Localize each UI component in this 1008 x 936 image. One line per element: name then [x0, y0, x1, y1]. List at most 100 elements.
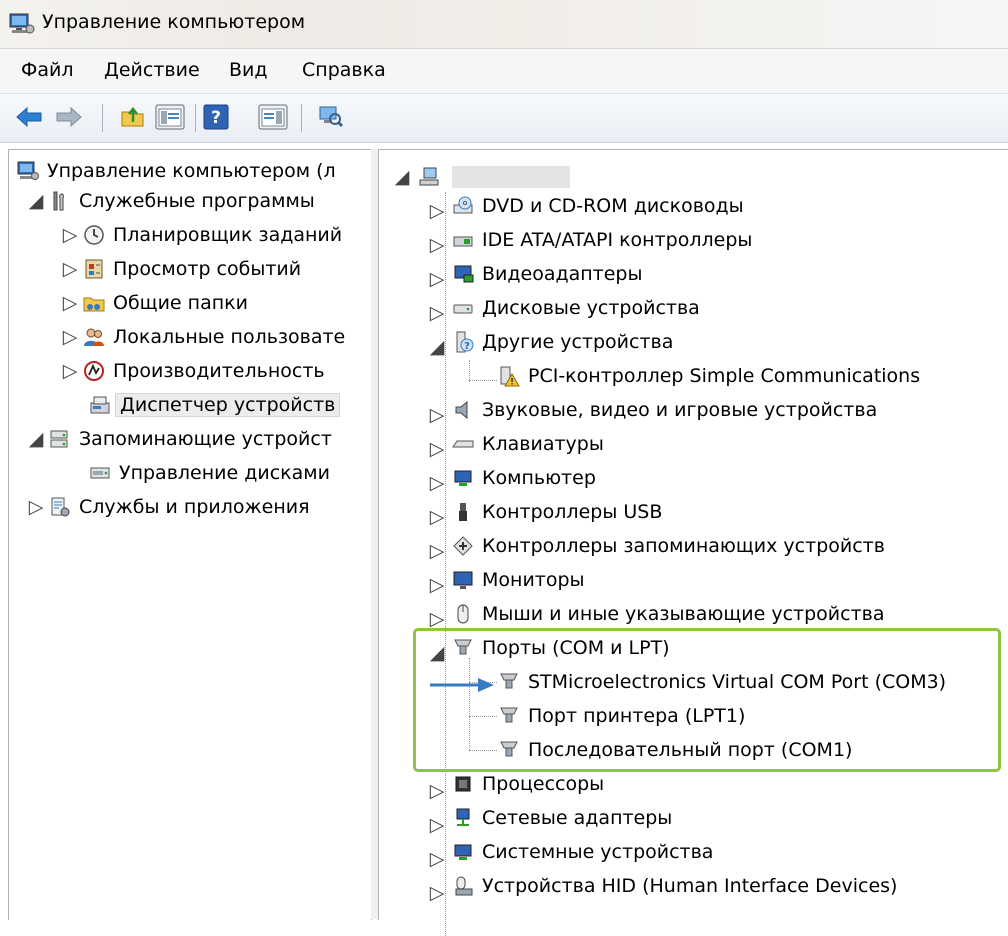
- device-category-label: Дисковые устройства: [482, 297, 700, 319]
- disk-management-icon: [90, 467, 110, 479]
- window-title: Управление компьютером: [42, 11, 306, 33]
- expand-icon[interactable]: ▷: [430, 438, 445, 460]
- device-category-label: Контроллеры USB: [482, 501, 663, 523]
- device-category-mice[interactable]: Мыши и иные указывающие устройства: [452, 599, 884, 629]
- tree-label: Запоминающие устройст: [79, 428, 332, 450]
- menu-bar: Файл Действие Вид Справка: [0, 49, 1008, 94]
- expand-icon[interactable]: ▷: [430, 574, 445, 596]
- expand-icon[interactable]: ▷: [430, 540, 445, 562]
- device-category-usb[interactable]: Контроллеры USB: [452, 497, 662, 527]
- computer-management-icon: [17, 161, 39, 180]
- expand-icon[interactable]: ▷: [430, 302, 445, 324]
- expand-icon[interactable]: ▷: [430, 882, 445, 904]
- menu-view[interactable]: Вид: [229, 59, 268, 81]
- tree-node-disk-management[interactable]: Управление дисками: [89, 458, 330, 488]
- device-item-pci-controller[interactable]: PCI-контроллер Simple Communications: [498, 361, 920, 391]
- tree-node-performance[interactable]: Производительность: [83, 356, 325, 386]
- device-category-label: Системные устройства: [482, 841, 714, 863]
- action-pane-icon: [258, 104, 288, 130]
- warning-device-icon: [500, 366, 520, 387]
- tree-node-storage[interactable]: Запоминающие устройст: [49, 424, 332, 454]
- menu-action[interactable]: Действие: [104, 59, 200, 81]
- device-category-sound[interactable]: Звуковые, видео и игровые устройства: [452, 395, 877, 425]
- expand-icon[interactable]: ▷: [63, 258, 78, 280]
- expand-icon[interactable]: ▷: [430, 608, 445, 630]
- expand-icon[interactable]: ▷: [63, 292, 78, 314]
- device-category-label: Устройства HID (Human Interface Devices): [482, 875, 898, 897]
- device-tree-computer-node[interactable]: [418, 162, 570, 192]
- collapse-icon[interactable]: ◢: [430, 336, 445, 358]
- device-category-disks[interactable]: Дисковые устройства: [452, 293, 700, 323]
- expand-icon[interactable]: ▷: [63, 360, 78, 382]
- device-category-other[interactable]: ? Другие устройства: [452, 327, 673, 357]
- device-category-keyboards[interactable]: Клавиатуры: [452, 429, 604, 459]
- device-category-label: DVD и CD-ROM дисководы: [482, 195, 744, 217]
- scan-hardware-button[interactable]: [316, 102, 346, 132]
- show-hide-action-pane-button[interactable]: [256, 102, 290, 132]
- expand-icon[interactable]: ▷: [430, 268, 445, 290]
- tree-connector-line: [469, 380, 497, 381]
- back-button[interactable]: [14, 102, 44, 132]
- show-hide-tree-button[interactable]: [153, 102, 187, 132]
- forward-arrow-icon: [56, 106, 82, 128]
- expand-icon[interactable]: ▷: [430, 814, 445, 836]
- tree-node-device-manager[interactable]: Диспетчер устройств: [89, 390, 341, 420]
- toolbar-separator: [102, 104, 103, 132]
- expand-icon[interactable]: ▷: [430, 506, 445, 528]
- expand-icon[interactable]: ▷: [430, 200, 445, 222]
- expand-icon[interactable]: ▷: [29, 496, 44, 518]
- device-category-storage-controllers[interactable]: Контроллеры запоминающих устройств: [452, 531, 885, 561]
- device-category-computer[interactable]: Компьютер: [452, 463, 596, 493]
- device-category-label: Контроллеры запоминающих устройств: [482, 535, 885, 557]
- tree-node-event-viewer[interactable]: Просмотр событий: [83, 254, 301, 284]
- pane-splitter[interactable]: [371, 149, 378, 919]
- device-category-dvd[interactable]: DVD и CD-ROM дисководы: [452, 191, 744, 221]
- hid-icon: [455, 876, 473, 896]
- computer-name-redacted: [452, 166, 570, 188]
- collapse-icon[interactable]: ◢: [29, 190, 44, 212]
- device-manager-icon: [90, 396, 110, 414]
- console-tree-icon: [155, 104, 185, 130]
- tree-root-node[interactable]: Управление компьютером (л: [17, 156, 336, 186]
- performance-icon: [84, 361, 104, 381]
- tree-label: Просмотр событий: [113, 258, 302, 280]
- help-icon: ?: [203, 104, 229, 130]
- tree-node-task-scheduler[interactable]: Планировщик заданий: [83, 220, 342, 250]
- expand-icon[interactable]: ▷: [63, 224, 78, 246]
- tree-label: Служебные программы: [79, 190, 315, 212]
- menu-help[interactable]: Справка: [302, 59, 386, 81]
- forward-button[interactable]: [54, 102, 84, 132]
- console-tree-pane: Управление компьютером (л ◢ Служебные пр…: [8, 149, 372, 920]
- device-category-hid[interactable]: Устройства HID (Human Interface Devices): [452, 871, 897, 901]
- expand-icon[interactable]: ▷: [430, 234, 445, 256]
- expand-icon[interactable]: ▷: [430, 404, 445, 426]
- device-category-processors[interactable]: Процессоры: [452, 769, 604, 799]
- collapse-icon[interactable]: ◢: [29, 428, 44, 450]
- help-button[interactable]: ?: [201, 102, 231, 132]
- computer-icon: [419, 167, 439, 186]
- menu-file[interactable]: Файл: [21, 59, 74, 81]
- device-category-ide[interactable]: IDE ATA/ATAPI контроллеры: [452, 225, 752, 255]
- tree-node-shared-folders[interactable]: Общие папки: [83, 288, 248, 318]
- tree-node-system-tools[interactable]: Служебные программы: [49, 186, 315, 216]
- device-category-network[interactable]: Сетевые адаптеры: [452, 803, 672, 833]
- pointer-arrow-icon: [430, 678, 494, 692]
- expand-icon[interactable]: ▷: [430, 780, 445, 802]
- tree-node-local-users[interactable]: Локальные пользовате: [83, 322, 345, 352]
- storage-controller-icon: [453, 536, 473, 556]
- device-category-video[interactable]: Видеоадаптеры: [452, 259, 643, 289]
- device-category-label: Сетевые адаптеры: [482, 807, 673, 829]
- up-level-button[interactable]: [118, 102, 148, 132]
- folder-up-icon: [121, 106, 144, 127]
- dvd-drive-icon: [453, 196, 473, 214]
- expand-icon[interactable]: ▷: [63, 326, 78, 348]
- svg-text:?: ?: [464, 341, 470, 352]
- expand-icon[interactable]: ▷: [430, 848, 445, 870]
- collapse-icon[interactable]: ◢: [395, 166, 410, 188]
- expand-icon[interactable]: ▷: [430, 472, 445, 494]
- unknown-device-icon: ?: [456, 331, 474, 353]
- tree-node-services[interactable]: Службы и приложения: [49, 492, 310, 522]
- device-category-monitors[interactable]: Мониторы: [452, 565, 585, 595]
- keyboard-icon: [452, 440, 474, 448]
- device-category-system[interactable]: Системные устройства: [452, 837, 713, 867]
